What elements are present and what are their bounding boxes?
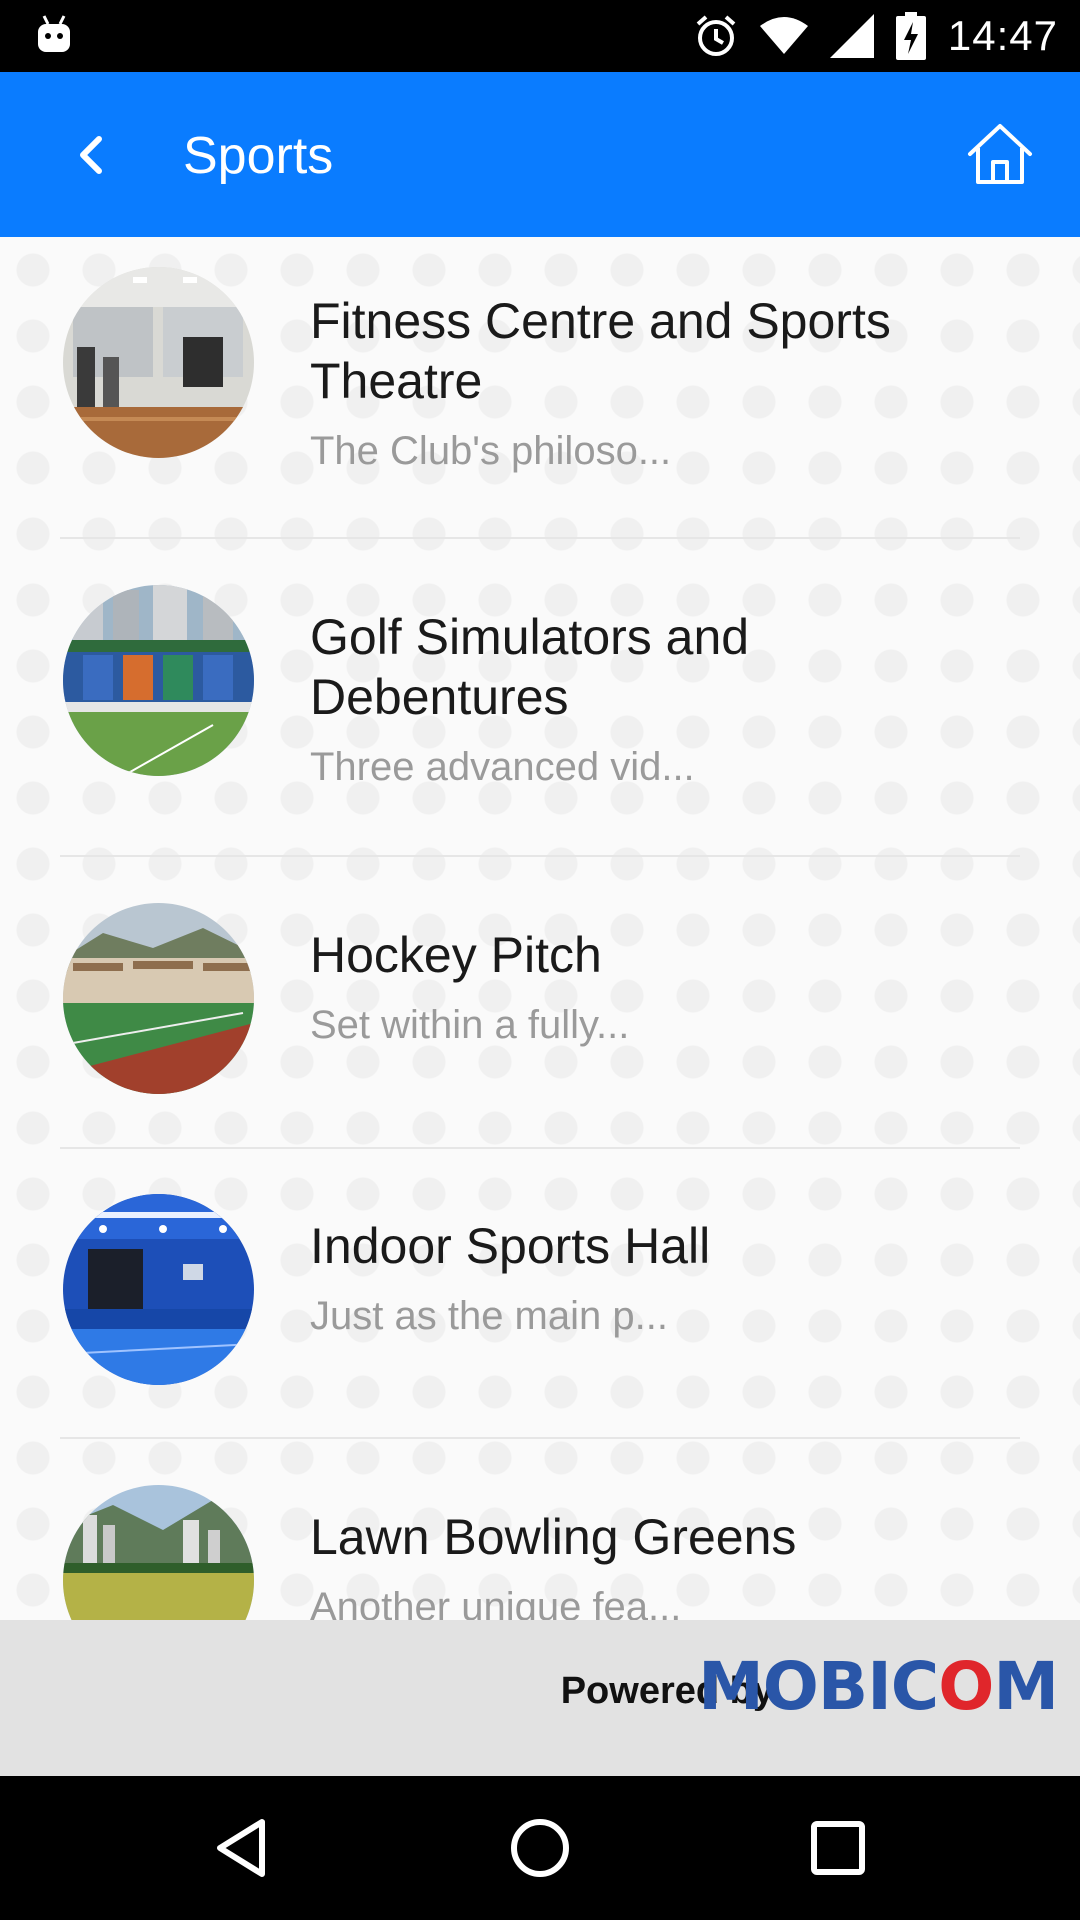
lawn-bowling-photo (63, 1485, 254, 1620)
sports-list: Fitness Centre and Sports Theatre The Cl… (0, 237, 1080, 1620)
home-circle-icon[interactable] (504, 1812, 576, 1884)
wifi-icon (759, 17, 808, 54)
status-bar: 14:47 (0, 0, 1080, 72)
back-triangle-icon[interactable] (206, 1812, 278, 1884)
alarm-icon (696, 15, 736, 56)
battery-charging-icon (895, 12, 926, 60)
recents-square-icon[interactable] (802, 1812, 874, 1884)
item-title: Hockey Pitch (310, 927, 602, 983)
chevron-left-icon (80, 136, 102, 174)
list-item[interactable]: Hockey Pitch Set within a fully... (0, 857, 1080, 1147)
list-item[interactable]: Lawn Bowling Greens Another unique fea..… (0, 1439, 1080, 1620)
golf-stadium-photo (63, 585, 254, 776)
item-title: Fitness Centre and Sports Theatre (310, 293, 891, 409)
system-navigation-bar (0, 1776, 1080, 1920)
item-title: Indoor Sports Hall (310, 1218, 711, 1274)
item-description: Another unique fea... (310, 1585, 682, 1620)
fitness-centre-photo (63, 267, 254, 458)
item-description: Three advanced vid... (310, 745, 695, 789)
app-bar: Sports (0, 72, 1080, 237)
list-item[interactable]: Indoor Sports Hall Just as the main p... (0, 1149, 1080, 1437)
back-button[interactable] (60, 124, 122, 186)
powered-by-footer: Powered by MOBICOM (0, 1620, 1080, 1776)
item-description: Just as the main p... (310, 1294, 668, 1338)
mobicom-logo: MOBICOM (698, 1648, 1059, 1725)
hockey-pitch-photo (63, 903, 254, 1094)
item-title: Lawn Bowling Greens (310, 1509, 797, 1565)
android-icon (38, 15, 70, 52)
item-description: The Club's philoso... (310, 429, 672, 473)
item-description: Set within a fully... (310, 1003, 630, 1047)
item-title: Golf Simulators and Debentures (310, 609, 750, 725)
page-title: Sports (183, 127, 334, 185)
clock-time: 14:47 (947, 12, 1058, 59)
list-item[interactable]: Fitness Centre and Sports Theatre The Cl… (0, 237, 1080, 537)
home-icon[interactable] (964, 120, 1036, 188)
list-item[interactable]: Golf Simulators and Debentures Three adv… (0, 539, 1080, 855)
signal-icon (829, 14, 874, 58)
indoor-hall-photo (63, 1194, 254, 1385)
